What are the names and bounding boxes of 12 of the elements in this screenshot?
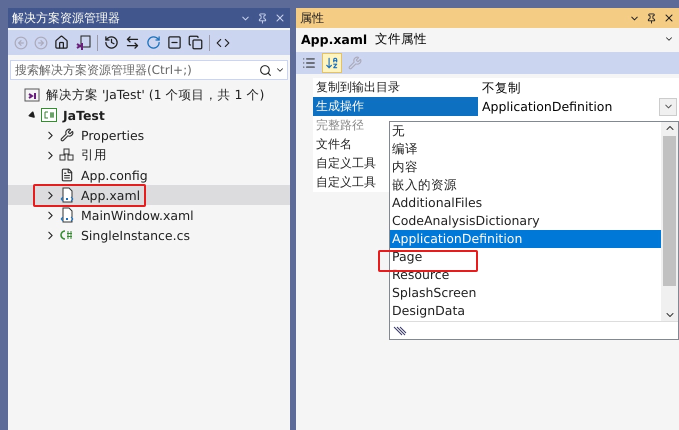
tree-item-label: 解决方案 'JaTest' (1 个项目，共 1 个) [46,86,264,102]
tree-item-label: App.xaml [81,188,140,202]
tree-item-label: JaTest [63,108,105,122]
tree-item-label: MainWindow.xaml [81,208,194,222]
tree-item-label: Properties [81,128,144,142]
object-name: App.xaml [301,32,368,46]
object-type: 文件属性 [375,30,428,48]
panel-title: 属性 [300,10,325,26]
tree-item-label: SingleInstance.cs [81,228,190,242]
tree-item-label: 引用 [81,146,107,162]
panel-title: 解决方案资源管理器 [12,10,121,26]
tree-item-label: App.config [81,168,148,182]
